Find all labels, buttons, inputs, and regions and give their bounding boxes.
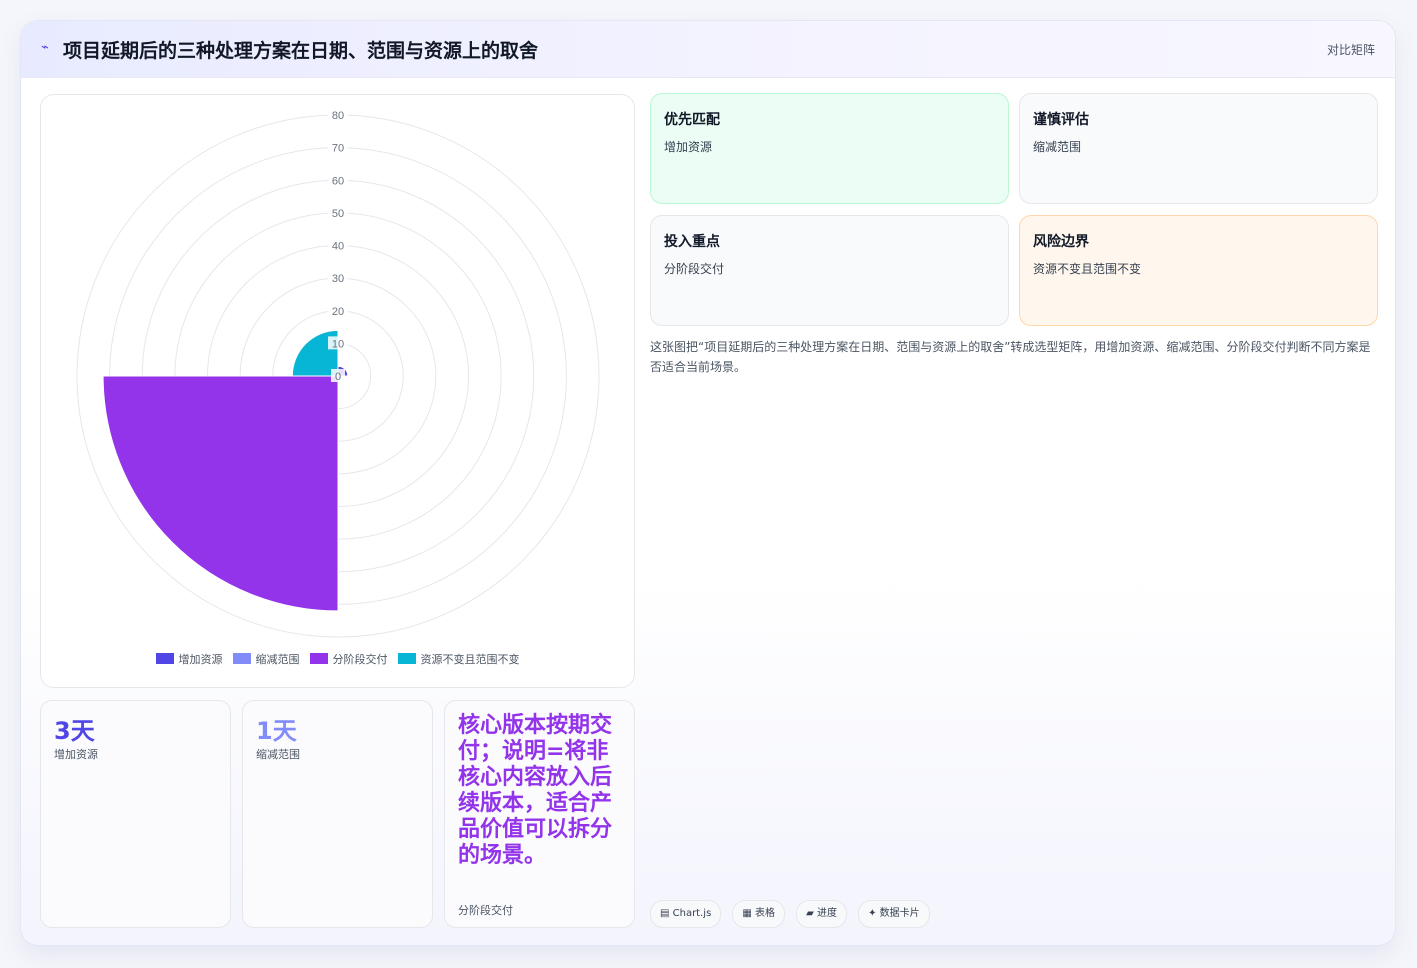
tick-label: 80 [332, 110, 344, 122]
legend-label: 缩减范围 [255, 653, 300, 666]
chip-table[interactable]: ▦ 表格 [732, 900, 786, 928]
matrix-card-title: 风险边界 [1033, 234, 1089, 250]
tick-label: 30 [332, 273, 344, 285]
stat-card-phased-delivery: 核心版本按期交付；说明=将非核心内容放入后续版本，适合产品价值可以拆分的场景。 … [444, 700, 635, 928]
main-card: ⌁ 项目延期后的三种处理方案在日期、范围与资源上的取舍 对比矩阵 0 10 20 30… [20, 20, 1396, 946]
trend-line-icon: ⌁ [41, 40, 49, 55]
stat-label: 缩减范围 [256, 748, 300, 761]
chart-description: 这张图把“项目延期后的三种处理方案在日期、范围与资源上的取舍”转成选型矩阵，用增… [650, 340, 1371, 374]
legend-swatch [232, 653, 251, 664]
stat-card-add-resources: 3天 增加资源 [40, 700, 231, 928]
matrix-card-title: 优先匹配 [664, 112, 720, 128]
stat-value: 3天 [54, 717, 95, 745]
matrix-card-sub: 增加资源 [664, 140, 713, 154]
chip-data-card[interactable]: ✦ 数据卡片 [858, 900, 930, 928]
legend-swatch [309, 653, 328, 664]
stat-value: 1天 [256, 717, 297, 745]
legend-label: 增加资源 [178, 653, 223, 666]
legend-item[interactable]: 分阶段交付 [309, 651, 388, 667]
tick-label: 10 [332, 338, 344, 350]
stat-value: 核心版本按期交付；说明=将非核心内容放入后续版本，适合产品价值可以拆分的场景。 [458, 713, 613, 868]
stat-label: 分阶段交付 [458, 904, 513, 917]
chip-progress[interactable]: ▰ 进度 [796, 900, 847, 928]
legend-swatch [155, 653, 174, 664]
sector-2 [102, 375, 339, 612]
legend-item[interactable]: 增加资源 [155, 651, 223, 667]
matrix-card-title: 谨慎评估 [1033, 112, 1089, 128]
chart-canvas: 0 10 20 30 40 50 60 70 80 [76, 108, 600, 638]
legend-label: 资源不变且范围不变 [420, 653, 520, 666]
matrix-card-investment-focus: 投入重点 分阶段交付 [650, 215, 1009, 326]
matrix-card-sub: 缩减范围 [1033, 140, 1082, 154]
matrix-card-title: 投入重点 [664, 234, 720, 250]
tick-label: 50 [332, 208, 344, 220]
page-title: 项目延期后的三种处理方案在日期、范围与资源上的取舍 [63, 40, 539, 62]
legend-item[interactable]: 缩减范围 [232, 651, 300, 667]
header-bar: ⌁ 项目延期后的三种处理方案在日期、范围与资源上的取舍 对比矩阵 [21, 21, 1395, 78]
tech-chips: ▤ Chart.js ▦ 表格 ▰ 进度 ✦ 数据卡片 [650, 900, 936, 928]
legend-swatch [397, 653, 416, 664]
legend-item[interactable]: 资源不变且范围不变 [397, 651, 520, 667]
matrix-card-careful-eval: 谨慎评估 缩减范围 [1019, 93, 1378, 204]
polar-area-chart: 0 10 20 30 40 50 60 70 80 增加资源 缩减范围 分阶段交付 资源不变且范围不变 [40, 94, 635, 688]
header-tag: 对比矩阵 [1326, 43, 1375, 57]
matrix-card-sub: 资源不变且范围不变 [1033, 262, 1142, 276]
stat-label: 增加资源 [54, 748, 98, 761]
tick-label: 20 [332, 306, 344, 318]
tick-label: 70 [332, 143, 344, 155]
tick-label: 60 [332, 175, 344, 187]
tick-label: 40 [332, 241, 344, 253]
tick-label: 0 [335, 371, 341, 383]
matrix-card-sub: 分阶段交付 [664, 262, 725, 276]
stat-card-reduce-scope: 1天 缩减范围 [242, 700, 433, 928]
matrix-card-risk-boundary: 风险边界 资源不变且范围不变 [1019, 215, 1378, 326]
matrix-card-priority-match: 优先匹配 增加资源 [650, 93, 1009, 204]
chip-chartjs[interactable]: ▤ Chart.js [650, 900, 722, 928]
legend-label: 分阶段交付 [332, 653, 388, 666]
chart-legend: 增加资源 缩减范围 分阶段交付 资源不变且范围不变 [41, 651, 634, 667]
